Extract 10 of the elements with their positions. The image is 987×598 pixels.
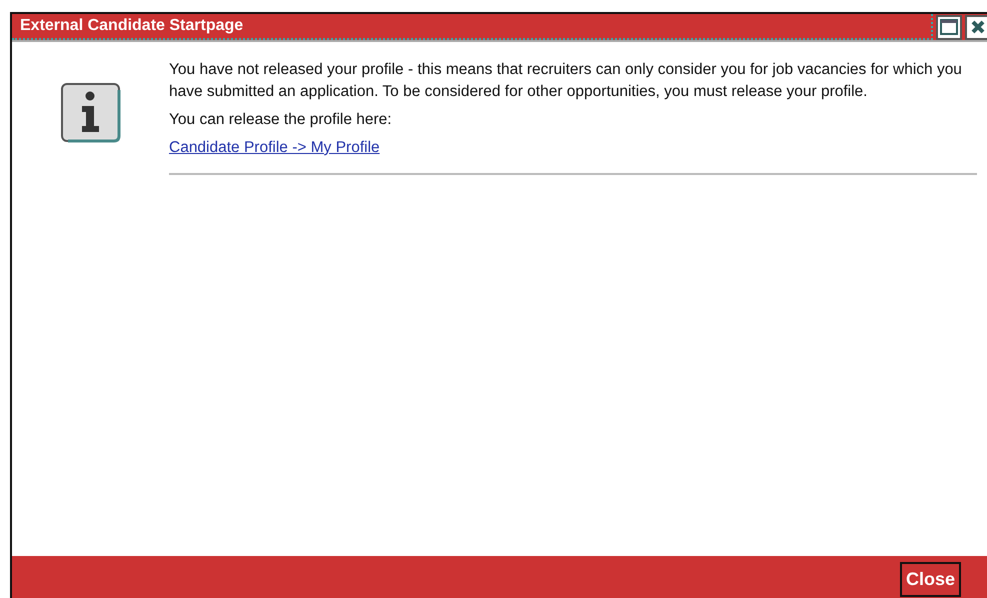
close-button[interactable] [965, 14, 987, 40]
close-button[interactable]: Close [900, 562, 961, 596]
message-text: You can release the profile here: [169, 110, 393, 130]
info-icon [60, 82, 122, 144]
maximize-button[interactable] [936, 14, 962, 40]
close-icon [971, 20, 985, 34]
message-text: You have not released your profile - this means that recruiters can only consider you for job vacancies for which you have submitted an application. To be considered for other opportunities, you must release your profile. [169, 60, 963, 102]
profile-link[interactable]: Candidate Profile -> My Profile [169, 139, 380, 156]
maximize-icon [940, 19, 958, 35]
window-title: External Candidate Startpage [12, 14, 933, 40]
